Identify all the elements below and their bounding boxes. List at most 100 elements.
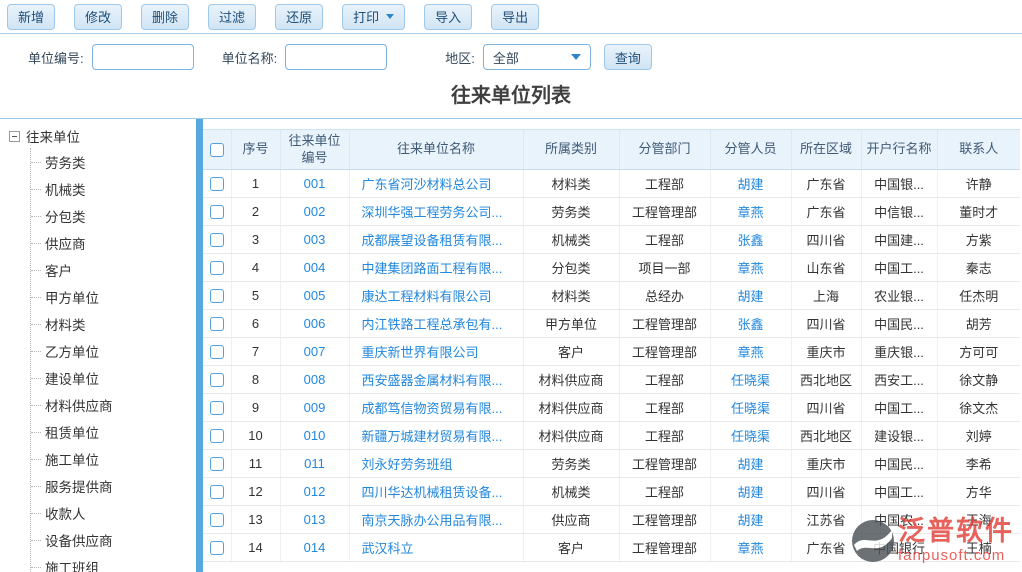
tree-item[interactable]: 施工班组 [31,553,196,572]
person-link[interactable]: 胡建 [710,170,791,198]
row-checkbox[interactable] [210,177,224,191]
tree-item[interactable]: 建设单位 [31,364,196,391]
collapse-icon[interactable] [9,131,20,142]
unit-name-link[interactable]: 西安盛器金属材料有限... [349,366,523,394]
row-checkbox[interactable] [210,401,224,415]
import-button[interactable]: 导入 [424,4,472,30]
unit-name-link[interactable]: 新疆万城建材贸易有限... [349,422,523,450]
unit-code-link[interactable]: 002 [280,198,349,226]
region-select[interactable]: 全部 [483,44,591,70]
person-link[interactable]: 章燕 [710,198,791,226]
unit-name-link[interactable]: 成都展望设备租赁有限... [349,226,523,254]
unit-code-link[interactable]: 014 [280,534,349,562]
row-checkbox[interactable] [210,317,224,331]
table-row[interactable]: 6006内江铁路工程总承包有...甲方单位工程管理部张鑫四川省中国民...胡芳 [203,310,1020,338]
unit-code-link[interactable]: 001 [280,170,349,198]
table-row[interactable]: 13013南京天脉办公用品有限...供应商工程管理部胡建江苏省中国农...王海 [203,506,1020,534]
row-checkbox[interactable] [210,233,224,247]
tree-item[interactable]: 材料类 [31,310,196,337]
person-link[interactable]: 胡建 [710,282,791,310]
row-checkbox[interactable] [210,513,224,527]
table-row[interactable]: 9009成都笃信物资贸易有限...材料供应商工程部任晓渠四川省中国工...徐文杰 [203,394,1020,422]
tree-item[interactable]: 施工单位 [31,445,196,472]
unit-code-link[interactable]: 007 [280,338,349,366]
unit-code-link[interactable]: 008 [280,366,349,394]
add-button[interactable]: 新增 [7,4,55,30]
person-link[interactable]: 胡建 [710,450,791,478]
restore-button[interactable]: 还原 [275,4,323,30]
person-link[interactable]: 章燕 [710,338,791,366]
unit-code-link[interactable]: 010 [280,422,349,450]
unit-name-link[interactable]: 广东省河沙材料总公司 [349,170,523,198]
tree-item[interactable]: 供应商 [31,229,196,256]
table-row[interactable]: 14014武汉科立客户工程管理部章燕广东省中国银行王楠 [203,534,1020,562]
person-link[interactable]: 张鑫 [710,310,791,338]
tree-item[interactable]: 甲方单位 [31,283,196,310]
tree-item[interactable]: 设备供应商 [31,526,196,553]
unit-name-input[interactable] [285,44,387,70]
row-checkbox[interactable] [210,541,224,555]
tree-item[interactable]: 租赁单位 [31,418,196,445]
panel-splitter[interactable] [196,119,203,572]
unit-code-link[interactable]: 006 [280,310,349,338]
person-link[interactable]: 胡建 [710,478,791,506]
unit-name-link[interactable]: 武汉科立 [349,534,523,562]
tree-item[interactable]: 收款人 [31,499,196,526]
table-row[interactable]: 11011刘永好劳务班组劳务类工程管理部胡建重庆市中国民...李希 [203,450,1020,478]
unit-code-link[interactable]: 012 [280,478,349,506]
edit-button[interactable]: 修改 [74,4,122,30]
row-checkbox[interactable] [210,429,224,443]
person-link[interactable]: 胡建 [710,506,791,534]
table-row[interactable]: 12012四川华达机械租赁设备...机械类工程部胡建四川省中国工...方华 [203,478,1020,506]
search-button[interactable]: 查询 [604,44,652,70]
table-row[interactable]: 7007重庆新世界有限公司客户工程管理部章燕重庆市重庆银...方可可 [203,338,1020,366]
person-link[interactable]: 章燕 [710,534,791,562]
select-all-checkbox[interactable] [210,143,224,157]
tree-item[interactable]: 服务提供商 [31,472,196,499]
table-row[interactable]: 2002深圳华强工程劳务公司...劳务类工程管理部章燕广东省中信银...董时才 [203,198,1020,226]
unit-name-link[interactable]: 康达工程材料有限公司 [349,282,523,310]
unit-name-link[interactable]: 重庆新世界有限公司 [349,338,523,366]
unit-name-link[interactable]: 深圳华强工程劳务公司... [349,198,523,226]
unit-code-input[interactable] [92,44,194,70]
table-row[interactable]: 5005康达工程材料有限公司材料类总经办胡建上海农业银...任杰明 [203,282,1020,310]
row-checkbox[interactable] [210,457,224,471]
tree-item[interactable]: 机械类 [31,175,196,202]
row-checkbox[interactable] [210,345,224,359]
tree-root-node[interactable]: 往来单位 [9,124,196,148]
unit-name-link[interactable]: 四川华达机械租赁设备... [349,478,523,506]
unit-code-link[interactable]: 005 [280,282,349,310]
person-link[interactable]: 任晓渠 [710,394,791,422]
tree-item[interactable]: 客户 [31,256,196,283]
unit-code-link[interactable]: 013 [280,506,349,534]
export-button[interactable]: 导出 [491,4,539,30]
unit-code-link[interactable]: 011 [280,450,349,478]
table-row[interactable]: 8008西安盛器金属材料有限...材料供应商工程部任晓渠西北地区西安工...徐文… [203,366,1020,394]
unit-code-link[interactable]: 009 [280,394,349,422]
unit-name-link[interactable]: 刘永好劳务班组 [349,450,523,478]
table-row[interactable]: 10010新疆万城建材贸易有限...材料供应商工程部任晓渠西北地区建设银...刘… [203,422,1020,450]
tree-item[interactable]: 材料供应商 [31,391,196,418]
row-checkbox[interactable] [210,373,224,387]
filter-button[interactable]: 过滤 [208,4,256,30]
row-checkbox[interactable] [210,485,224,499]
person-link[interactable]: 章燕 [710,254,791,282]
table-row[interactable]: 3003成都展望设备租赁有限...机械类工程部张鑫四川省中国建...方紫 [203,226,1020,254]
tree-item[interactable]: 乙方单位 [31,337,196,364]
person-link[interactable]: 任晓渠 [710,366,791,394]
table-row[interactable]: 4004中建集团路面工程有限...分包类项目一部章燕山东省中国工...秦志 [203,254,1020,282]
delete-button[interactable]: 删除 [141,4,189,30]
unit-code-link[interactable]: 003 [280,226,349,254]
table-row[interactable]: 1001广东省河沙材料总公司材料类工程部胡建广东省中国银...许静 [203,170,1020,198]
unit-name-link[interactable]: 内江铁路工程总承包有... [349,310,523,338]
unit-code-link[interactable]: 004 [280,254,349,282]
print-button[interactable]: 打印 [342,4,405,30]
unit-name-link[interactable]: 成都笃信物资贸易有限... [349,394,523,422]
tree-item[interactable]: 分包类 [31,202,196,229]
row-checkbox[interactable] [210,205,224,219]
person-link[interactable]: 任晓渠 [710,422,791,450]
row-checkbox[interactable] [210,261,224,275]
person-link[interactable]: 张鑫 [710,226,791,254]
row-checkbox[interactable] [210,289,224,303]
tree-item[interactable]: 劳务类 [31,148,196,175]
